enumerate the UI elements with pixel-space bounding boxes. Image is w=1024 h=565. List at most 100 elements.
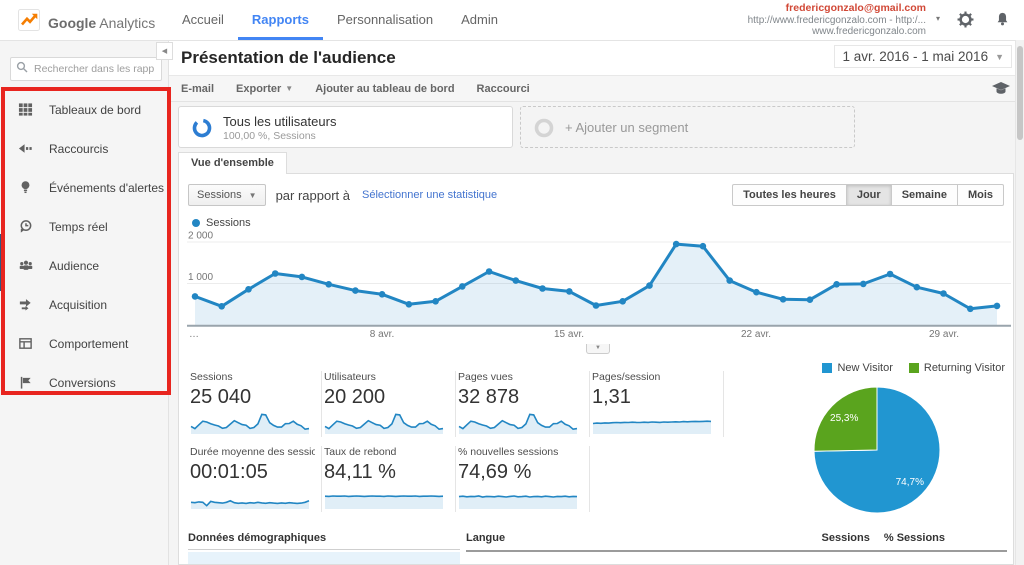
scorecard-value: 84,11 % [324,461,396,483]
sidebar-item-acquisition[interactable]: Acquisition [0,285,168,324]
granularity-jour-button[interactable]: Jour [846,184,892,206]
report-toolbar: E-mail Exporter ▼ Ajouter au tableau de bor… [169,75,1024,102]
column-header-sessions[interactable]: Sessions [822,532,870,544]
scorecard-label: % nouvelles sessions [458,446,559,458]
header-nav: Accueil Rapports Personnalisation Admin [168,0,512,40]
x-tick-label: 22 avr. [740,329,772,340]
sessions-legend-label: Sessions [206,217,251,229]
granularity-mois-button[interactable]: Mois [957,184,1004,206]
scorecard-row: Durée moyenne des sessions 00:01:05 Taux d… [188,446,724,512]
toolbar-label: Ajouter au tableau de bord [315,82,455,95]
add-segment-button[interactable]: + Ajouter un segment [520,106,855,148]
dashboard-icon [17,102,34,117]
date-range-value: 1 avr. 2016 - 1 mai 2016 [842,49,989,64]
sidebar-item-raccourcis[interactable]: Raccourcis [0,129,168,168]
settings-gear-icon[interactable] [957,11,974,28]
demographics-block: Données démographiques [188,532,460,564]
main-content: Présentation de l'audience 1 avr. 2016 -… [169,40,1024,565]
tab-vue-densemble[interactable]: Vue d'ensemble [178,152,287,174]
add-segment-label: + Ajouter un segment [565,120,689,135]
sidebar-item-label: Tableaux de bord [49,102,142,117]
granularity-semaine-button[interactable]: Semaine [891,184,958,206]
metric-select-dropdown[interactable]: Sessions ▼ [188,184,266,206]
chart-legend: Sessions [192,217,251,229]
sidebar-collapse-button[interactable]: ◀ [156,42,173,60]
scorecard-label: Pages/session [592,371,661,383]
chevron-down-icon: ▼ [995,51,1004,62]
notifications-bell-icon[interactable] [995,11,1010,27]
svg-text:1 000: 1 000 [188,272,213,283]
scorecard-taux-de-rebond: Taux de rebond 84,11 % [322,446,456,512]
pie-legend: New Visitor Returning Visitor [822,362,1005,374]
scorecard-sparkline [324,486,449,510]
legend-item-returning-visitor: Returning Visitor [908,362,1005,374]
tutorial-cap-icon[interactable] [992,81,1010,96]
toolbar-e-mail-button[interactable]: E-mail [181,83,214,95]
x-tick-label: … [189,329,199,340]
legend-label: Returning Visitor [923,362,1005,374]
sidebar-item-tableaux-de-bord[interactable]: Tableaux de bord [0,90,168,129]
metric-selector-row: Sessions ▼ par rapport à Sélectionner un… [188,183,1004,207]
toolbar-exporter-button[interactable]: Exporter ▼ [236,83,293,95]
vs-label: par rapport à [275,187,350,203]
scorecard-label: Pages vues [458,371,513,383]
date-range-selector[interactable]: 1 avr. 2016 - 1 mai 2016 ▼ [834,45,1012,68]
demographics-selected-row[interactable] [188,552,460,564]
account-info[interactable]: fredericgonzalo@gmail.com http://www.fre… [748,2,926,38]
sidebar-item-evenements-d-alertes[interactable]: Événements d'alertes [0,168,168,207]
scorecard-value: 25 040 [190,386,252,408]
vertical-scrollbar[interactable] [1015,40,1024,565]
x-tick-label: 15 avr. [553,329,585,340]
metric-select-value: Sessions [197,189,242,201]
chevron-down-icon: ▼ [285,84,294,93]
x-tick-label: 8 avr. [369,329,395,340]
scorecard-value: 32 878 [458,386,520,408]
search-input[interactable] [32,62,156,76]
sidebar-item-comportement[interactable]: Comportement [0,324,168,363]
ga-logo-icon [18,9,40,36]
svg-text:25,3%: 25,3% [830,413,858,424]
select-statistic-link[interactable]: Sélectionner une statistique [362,189,497,201]
realtime-icon [17,219,34,234]
granularity-toutes-les-heures-button[interactable]: Toutes les heures [732,184,847,206]
toolbar-ajouter-au-tableau-de-bord-button[interactable]: Ajouter au tableau de bord [315,83,454,95]
scorecard-sparkline [592,411,717,435]
segment-all-users[interactable]: Tous les utilisateurs 100,00 %, Sessions [178,106,513,148]
sidebar-item-audience[interactable]: Audience [0,246,168,285]
active-section-indicator [0,234,5,291]
sidebar-item-label: Conversions [49,375,116,390]
sidebar: Tableaux de bord Raccourcis Événements d'a… [0,40,169,565]
column-header-langue[interactable]: Langue [466,532,505,544]
sidebar-item-label: Temps réel [49,219,108,234]
conversions-flag-icon [17,375,34,390]
demographics-header: Données démographiques [188,532,460,550]
account-dropdown-caret-icon[interactable]: ▾ [936,14,940,23]
scrollbar-thumb[interactable] [1017,46,1023,140]
svg-text:2 000: 2 000 [188,231,213,242]
nav-item-accueil[interactable]: Accueil [168,0,238,40]
chevron-down-icon: ▼ [248,190,257,200]
scorecard-label: Utilisateurs [324,371,376,383]
acquisition-icon [17,297,34,312]
legend-swatch [822,363,833,373]
scorecard-value: 1,31 [592,386,631,408]
toolbar-raccourci-button[interactable]: Raccourci [477,83,530,95]
scorecard-value: 74,69 % [458,461,532,483]
column-header-pct-sessions[interactable]: % Sessions [884,532,945,544]
legend-item-new-visitor: New Visitor [822,362,893,374]
nav-item-personnalisation[interactable]: Personnalisation [323,0,447,40]
nav-item-rapports[interactable]: Rapports [238,0,323,40]
nav-item-admin[interactable]: Admin [447,0,512,40]
sidebar-item-temps-reel[interactable]: Temps réel [0,207,168,246]
scorecard-duree-moyenne-des-sessions: Durée moyenne des sessions 00:01:05 [188,446,322,512]
google-analytics-logo[interactable]: Google Analytics [18,9,155,36]
chart-collapse-handle[interactable]: ▼ [586,344,610,354]
toolbar-label: E-mail [181,82,215,95]
segment-name: Tous les utilisateurs [223,114,337,129]
segment-detail: 100,00 %, Sessions [223,130,316,142]
scorecard-utilisateurs: Utilisateurs 20 200 [322,371,456,437]
scorecard-pages-vues: Pages vues 32 878 [456,371,590,437]
svg-text:74,7%: 74,7% [896,477,924,488]
sidebar-item-conversions[interactable]: Conversions [0,363,168,402]
scorecard-sparkline [324,411,449,435]
